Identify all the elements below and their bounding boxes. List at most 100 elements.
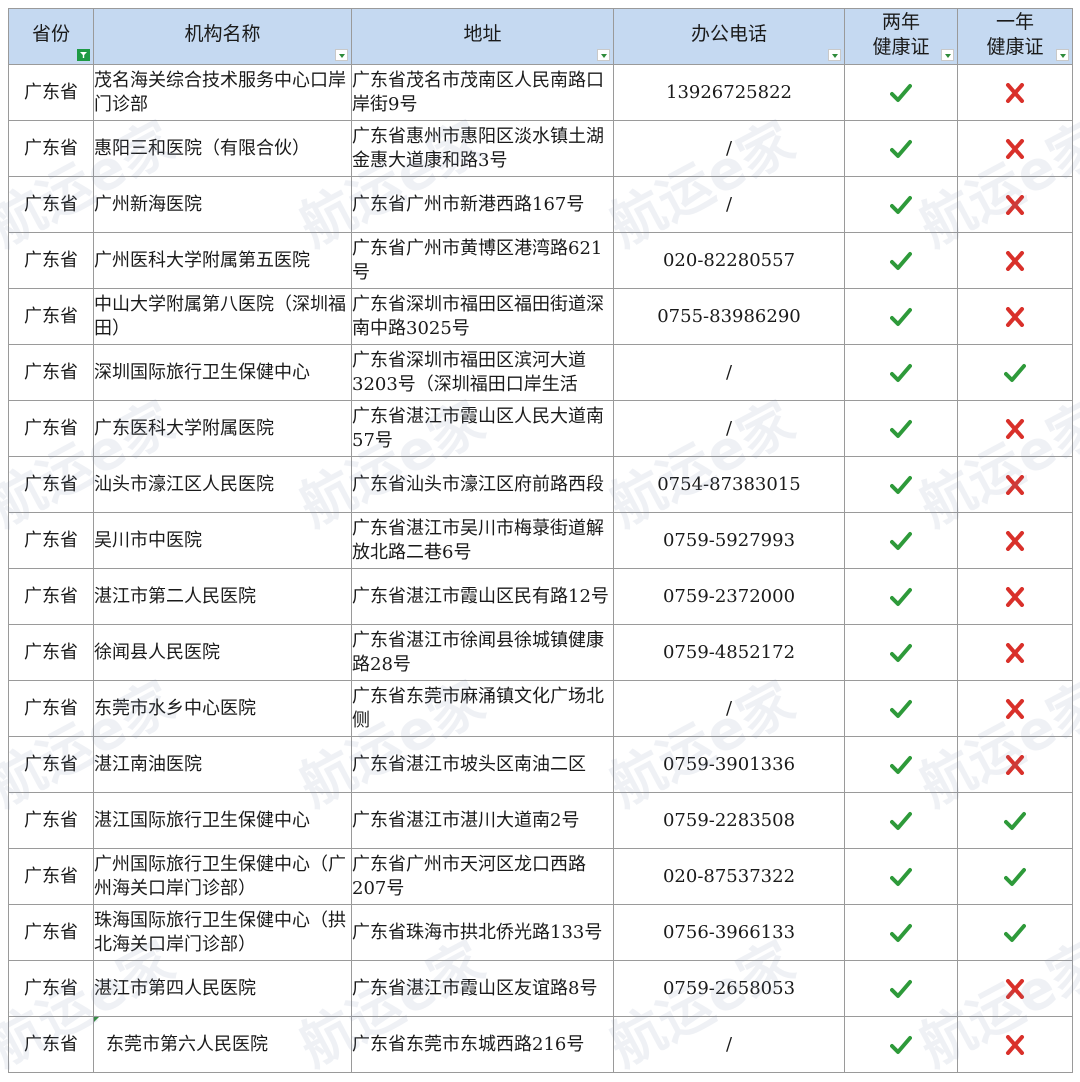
cell-two-year <box>844 64 958 121</box>
cell-name: 湛江市第四人民医院 <box>93 960 352 1017</box>
table-row[interactable]: 广东省 中山大学附属第八医院（深圳福田） 广东省深圳市福田区福田街道深南中路30… <box>8 288 1073 345</box>
clinic-table: 省份 机构名称 地址 办公电话 两年 健康证 一年 健康证 广东省 茂名海关综合… <box>8 8 1073 1073</box>
cell-province: 广东省 <box>8 232 94 289</box>
cell-phone: / <box>613 176 845 233</box>
cell-province: 广东省 <box>8 960 94 1017</box>
check-icon <box>1004 362 1026 383</box>
cell-one-year <box>957 680 1073 737</box>
table-row[interactable]: 广东省 湛江国际旅行卫生保健中心 广东省湛江市湛川大道南2号 0759-2283… <box>8 792 1073 849</box>
cell-province: 广东省 <box>8 512 94 569</box>
cell-name: 徐闻县人民医院 <box>93 624 352 681</box>
cell-name: 湛江国际旅行卫生保健中心 <box>93 792 352 849</box>
filter-dropdown-icon[interactable] <box>828 49 841 61</box>
cell-name: 东莞市第六人民医院 <box>93 1016 352 1073</box>
cell-one-year <box>957 176 1073 233</box>
filter-dropdown-icon[interactable] <box>1056 49 1069 61</box>
check-icon <box>890 474 912 495</box>
cell-name: 湛江市第二人民医院 <box>93 568 352 625</box>
header-province[interactable]: 省份 <box>8 8 94 65</box>
check-icon <box>890 978 912 999</box>
table-row[interactable]: 广东省 湛江市第二人民医院 广东省湛江市霞山区民有路12号 0759-23720… <box>8 568 1073 625</box>
cell-name: 广州国际旅行卫生保健中心（广州海关口岸门诊部） <box>93 848 352 905</box>
header-one-year[interactable]: 一年 健康证 <box>957 8 1073 65</box>
cell-name: 广州新海医院 <box>93 176 352 233</box>
cell-province: 广东省 <box>8 344 94 401</box>
check-icon <box>890 586 912 607</box>
cell-address: 广东省广州市天河区龙口西路207号 <box>351 848 614 905</box>
header-province-label: 省份 <box>31 23 70 45</box>
cross-icon <box>1004 530 1026 551</box>
table-row[interactable]: 广东省 广州国际旅行卫生保健中心（广州海关口岸门诊部） 广东省广州市天河区龙口西… <box>8 848 1073 905</box>
cell-province: 广东省 <box>8 848 94 905</box>
check-icon <box>890 810 912 831</box>
cell-one-year <box>957 848 1073 905</box>
check-icon <box>890 698 912 719</box>
cell-one-year <box>957 1016 1073 1073</box>
check-icon <box>1004 922 1026 943</box>
header-row: 省份 机构名称 地址 办公电话 两年 健康证 一年 健康证 <box>8 8 1073 65</box>
cell-two-year <box>844 120 958 177</box>
cell-name: 广东医科大学附属医院 <box>93 400 352 457</box>
cell-address: 广东省东莞市东城西路216号 <box>351 1016 614 1073</box>
cross-icon <box>1004 250 1026 271</box>
cell-phone: 0759-2283508 <box>613 792 845 849</box>
cell-name: 中山大学附属第八医院（深圳福田） <box>93 288 352 345</box>
table-row[interactable]: 广东省 湛江市第四人民医院 广东省湛江市霞山区友谊路8号 0759-265805… <box>8 960 1073 1017</box>
cell-province: 广东省 <box>8 736 94 793</box>
table-row[interactable]: 广东省 珠海国际旅行卫生保健中心（拱北海关口岸门诊部） 广东省珠海市拱北侨光路1… <box>8 904 1073 961</box>
cross-icon <box>1004 698 1026 719</box>
table-row[interactable]: 广东省 惠阳三和医院（有限合伙） 广东省惠州市惠阳区淡水镇土湖金惠大道康和路3号… <box>8 120 1073 177</box>
table-row[interactable]: 广东省 吴川市中医院 广东省湛江市吴川市梅菉街道解放北路二巷6号 0759-59… <box>8 512 1073 569</box>
cell-two-year <box>844 904 958 961</box>
table-row[interactable]: 广东省 湛江南油医院 广东省湛江市坡头区南油二区 0759-3901336 <box>8 736 1073 793</box>
cell-one-year <box>957 120 1073 177</box>
cross-icon <box>1004 474 1026 495</box>
cell-phone: / <box>613 1016 845 1073</box>
cell-name: 汕头市濠江区人民医院 <box>93 456 352 513</box>
header-name[interactable]: 机构名称 <box>93 8 352 65</box>
cell-address: 广东省惠州市惠阳区淡水镇土湖金惠大道康和路3号 <box>351 120 614 177</box>
table-row[interactable]: 广东省 广东医科大学附属医院 广东省湛江市霞山区人民大道南57号 / <box>8 400 1073 457</box>
table-row[interactable]: 广东省 东莞市第六人民医院 广东省东莞市东城西路216号 / <box>8 1016 1073 1073</box>
cell-address: 广东省深圳市福田区滨河大道3203号（深圳福田口岸生活 <box>351 344 614 401</box>
cell-phone: 0759-2372000 <box>613 568 845 625</box>
table-row[interactable]: 广东省 广州医科大学附属第五医院 广东省广州市黄博区港湾路621号 020-82… <box>8 232 1073 289</box>
cell-province: 广东省 <box>8 400 94 457</box>
table-row[interactable]: 广东省 东莞市水乡中心医院 广东省东莞市麻涌镇文化广场北侧 / <box>8 680 1073 737</box>
table-row[interactable]: 广东省 汕头市濠江区人民医院 广东省汕头市濠江区府前路西段 0754-87383… <box>8 456 1073 513</box>
check-icon <box>890 194 912 215</box>
check-icon <box>1004 810 1026 831</box>
cell-phone: 0759-5927993 <box>613 512 845 569</box>
cell-two-year <box>844 1016 958 1073</box>
cell-name: 湛江南油医院 <box>93 736 352 793</box>
cell-two-year <box>844 400 958 457</box>
table-row[interactable]: 广东省 广州新海医院 广东省广州市新港西路167号 / <box>8 176 1073 233</box>
filter-dropdown-icon[interactable] <box>941 49 954 61</box>
check-icon <box>890 250 912 271</box>
cross-icon <box>1004 82 1026 103</box>
cell-two-year <box>844 176 958 233</box>
table-row[interactable]: 广东省 深圳国际旅行卫生保健中心 广东省深圳市福田区滨河大道3203号（深圳福田… <box>8 344 1073 401</box>
filter-active-icon[interactable] <box>77 49 90 61</box>
filter-dropdown-icon[interactable] <box>597 49 610 61</box>
cell-one-year <box>957 344 1073 401</box>
cell-address: 广东省广州市新港西路167号 <box>351 176 614 233</box>
cross-icon <box>1004 194 1026 215</box>
cell-address: 广东省深圳市福田区福田街道深南中路3025号 <box>351 288 614 345</box>
cell-two-year <box>844 736 958 793</box>
cell-one-year <box>957 456 1073 513</box>
header-address[interactable]: 地址 <box>351 8 614 65</box>
table-row[interactable]: 广东省 徐闻县人民医院 广东省湛江市徐闻县徐城镇健康路28号 0759-4852… <box>8 624 1073 681</box>
cell-two-year <box>844 344 958 401</box>
cell-phone: / <box>613 120 845 177</box>
table-row[interactable]: 广东省 茂名海关综合技术服务中心口岸门诊部 广东省茂名市茂南区人民南路口岸街9号… <box>8 64 1073 121</box>
cell-phone: 0756-3966133 <box>613 904 845 961</box>
cell-province: 广东省 <box>8 288 94 345</box>
cell-name: 珠海国际旅行卫生保健中心（拱北海关口岸门诊部） <box>93 904 352 961</box>
header-phone[interactable]: 办公电话 <box>613 8 845 65</box>
header-two-year[interactable]: 两年 健康证 <box>844 8 958 65</box>
cell-phone: 0759-2658053 <box>613 960 845 1017</box>
filter-dropdown-icon[interactable] <box>335 49 348 61</box>
cell-one-year <box>957 736 1073 793</box>
cell-province: 广东省 <box>8 792 94 849</box>
